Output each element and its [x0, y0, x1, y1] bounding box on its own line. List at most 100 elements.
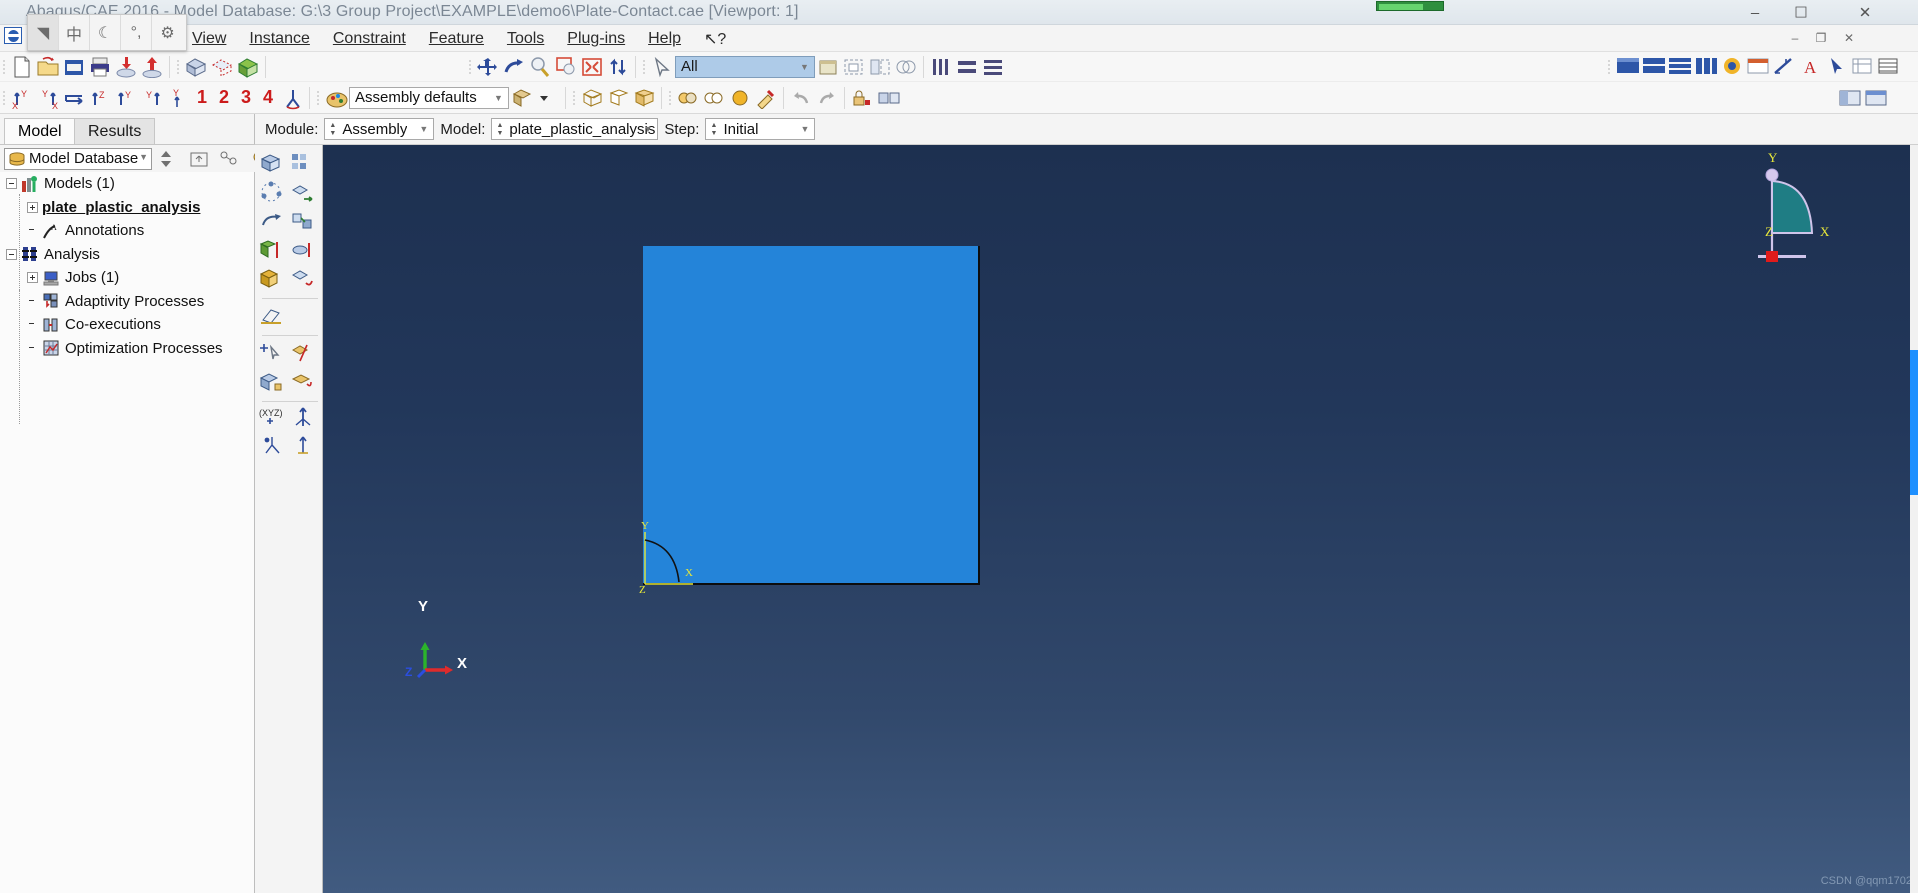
- chevron-down-icon[interactable]: ▼: [640, 120, 655, 138]
- list-icon[interactable]: [1848, 54, 1874, 80]
- mesh-part-icon[interactable]: [183, 54, 209, 80]
- table-icon[interactable]: [1874, 54, 1900, 80]
- saved-view-4-button[interactable]: 4: [257, 87, 279, 108]
- pan-view-icon[interactable]: [475, 54, 501, 80]
- display-group-intersect-icon[interactable]: [893, 54, 919, 80]
- ime-chinese-mode-icon[interactable]: 中: [59, 15, 90, 50]
- tree-item-analysis[interactable]: Analysis: [0, 243, 254, 267]
- magnify-view-icon[interactable]: [527, 54, 553, 80]
- create-set-icon[interactable]: [701, 85, 727, 111]
- menu-item-tools[interactable]: Tools: [507, 30, 544, 48]
- window-maximize-button[interactable]: ☐: [1778, 0, 1824, 25]
- chevron-down-icon[interactable]: ▼: [416, 120, 431, 138]
- window-close-button[interactable]: ✕: [1842, 0, 1888, 25]
- expander-plus-icon-2[interactable]: [27, 272, 38, 284]
- create-datum-plane-icon[interactable]: [259, 304, 290, 332]
- view-y-icon[interactable]: Y: [113, 85, 139, 111]
- mesh-verify-icon[interactable]: [235, 54, 261, 80]
- toolbar-grip-4[interactable]: [640, 56, 649, 78]
- menu-item-feature[interactable]: Feature: [429, 30, 484, 48]
- chevron-down-icon[interactable]: ▼: [139, 152, 148, 162]
- radial-pattern-icon[interactable]: [259, 180, 290, 208]
- toolbar-grip-3[interactable]: [466, 56, 475, 78]
- translate-instance-icon[interactable]: [290, 180, 321, 208]
- menu-item-view[interactable]: View: [192, 30, 226, 48]
- selection-arrow-icon[interactable]: [649, 54, 675, 80]
- merge-cut-instances-icon[interactable]: [259, 267, 290, 295]
- tree-item-optimization-processes[interactable]: Optimization Processes: [0, 337, 254, 361]
- display-group-replace-icon[interactable]: [841, 54, 867, 80]
- rotate-view-icon[interactable]: [501, 54, 527, 80]
- render-wireframe-icon[interactable]: [579, 85, 605, 111]
- move-up-icon[interactable]: [186, 146, 212, 172]
- tab-results[interactable]: Results: [74, 118, 156, 144]
- display-group-filter-combo[interactable]: All ▼: [675, 55, 815, 78]
- filter-tree-icon[interactable]: [216, 146, 242, 172]
- tree-item-co-executions[interactable]: Co-executions: [0, 313, 254, 337]
- query-instance-icon[interactable]: [259, 341, 290, 369]
- color-contour-icon[interactable]: [1718, 54, 1744, 80]
- linear-pattern-icon[interactable]: [290, 151, 321, 179]
- viewport-layout-1-icon[interactable]: [1614, 54, 1640, 80]
- tree-item-annotations[interactable]: A Annotations: [0, 219, 254, 243]
- menu-item-plugins[interactable]: Plug-ins: [567, 30, 625, 48]
- create-set-icon[interactable]: [259, 370, 290, 398]
- tree-item-jobs[interactable]: Jobs (1): [0, 266, 254, 290]
- translate-to-icon[interactable]: [290, 209, 321, 237]
- rotate-instance-icon[interactable]: [259, 209, 290, 237]
- print-icon[interactable]: [87, 54, 113, 80]
- mdi-restore-button[interactable]: ❐: [1810, 28, 1832, 48]
- view-yx-icon[interactable]: YX: [35, 85, 61, 111]
- model-combo[interactable]: ▲ ▼ plate_plastic_analysis ▼: [491, 118, 659, 140]
- box-zoom-view-icon[interactable]: [553, 54, 579, 80]
- spin-up-down-icon[interactable]: ▲ ▼: [327, 120, 338, 139]
- ime-punctuation-icon[interactable]: °,: [121, 15, 152, 50]
- ime-pen-icon[interactable]: ◥: [28, 15, 59, 50]
- color-code-combo[interactable]: Assembly defaults ▼: [349, 86, 509, 109]
- save-model-database-icon[interactable]: [61, 54, 87, 80]
- viewport-layout-4-icon[interactable]: [1692, 54, 1718, 80]
- ime-floating-toolbar[interactable]: ◥ 中 ☾ °, ⚙: [27, 14, 187, 51]
- module-manager-icon[interactable]: [1836, 85, 1862, 111]
- menu-item-help[interactable]: Help: [648, 30, 681, 48]
- mdi-minimize-button[interactable]: –: [1784, 28, 1806, 48]
- render-hidden-icon[interactable]: [605, 85, 631, 111]
- datum-axis-icon[interactable]: [290, 405, 321, 433]
- saved-view-3-button[interactable]: 3: [235, 87, 257, 108]
- render-shaded-icon[interactable]: [631, 85, 657, 111]
- render-toolbar-grip[interactable]: [570, 87, 579, 109]
- toolbar-grip[interactable]: [0, 56, 9, 78]
- create-constraint-icon[interactable]: [675, 85, 701, 111]
- custom-view-icon[interactable]: [279, 85, 305, 111]
- open-file-icon[interactable]: [35, 54, 61, 80]
- chevron-down-icon[interactable]: ▼: [491, 89, 506, 107]
- tree-item-models[interactable]: Models (1): [0, 172, 254, 196]
- instance-part-icon[interactable]: [259, 151, 290, 179]
- viewport-canvas[interactable]: Y X Z Y X Z Y X Z CSDN @qqm1702: [323, 145, 1918, 893]
- create-surface-icon[interactable]: [290, 370, 321, 398]
- constrain-face-to-face-icon[interactable]: [259, 238, 290, 266]
- ruler2-icon[interactable]: [954, 54, 980, 80]
- ime-moon-icon[interactable]: ☾: [90, 15, 121, 50]
- arrow-pointer-icon[interactable]: [1822, 54, 1848, 80]
- undo-icon[interactable]: [788, 85, 814, 111]
- annotate-table-icon[interactable]: [1744, 54, 1770, 80]
- view-rotate-icon[interactable]: [61, 85, 87, 111]
- toolbar-grip-5[interactable]: [1605, 56, 1614, 78]
- export-icon[interactable]: [139, 54, 165, 80]
- ruler1-icon[interactable]: [928, 54, 954, 80]
- viewport-layout-2-icon[interactable]: [1640, 54, 1666, 80]
- display-group-remove-icon[interactable]: [867, 54, 893, 80]
- tab-model[interactable]: Model: [4, 118, 76, 144]
- mdi-close-button[interactable]: ✕: [1838, 28, 1860, 48]
- toolbar-grip-2[interactable]: [174, 56, 183, 78]
- ruler3-icon[interactable]: [980, 54, 1006, 80]
- import-icon[interactable]: [113, 54, 139, 80]
- text-annotation-icon[interactable]: A: [1796, 54, 1822, 80]
- chevron-down-icon[interactable]: ▼: [797, 58, 812, 76]
- spin-up-down-icon-2[interactable]: ▲ ▼: [494, 120, 505, 139]
- viewport-layout-3-icon[interactable]: [1666, 54, 1692, 80]
- spin-up-down-icon-3[interactable]: ▲ ▼: [708, 120, 719, 139]
- menu-item-instance[interactable]: Instance: [249, 30, 309, 48]
- view-yz-icon[interactable]: Y: [139, 85, 165, 111]
